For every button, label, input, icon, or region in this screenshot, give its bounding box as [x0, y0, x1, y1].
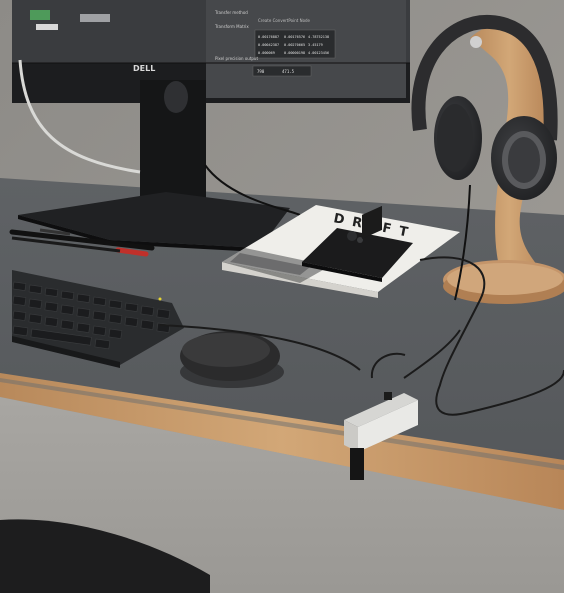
matrix-value: 0.00000198 — [284, 51, 305, 55]
stand-screw — [470, 36, 482, 48]
screen-label-precision: Pixel precision output — [215, 56, 258, 61]
matrix-value: 0.00176576 — [284, 35, 305, 39]
readout-value: 471.5 — [282, 69, 295, 74]
usb-port — [384, 392, 392, 400]
cable-hole — [164, 81, 188, 113]
matrix-value: 4.78752138 — [308, 35, 329, 39]
matrix-value: 0.00042387 — [258, 43, 279, 47]
screen-label-create: Create ConvertPoint Node — [258, 18, 311, 23]
readout-value: 790 — [257, 69, 265, 74]
screen-node-icon — [30, 10, 50, 20]
screen-label-transform: Transform Matrix — [214, 24, 249, 29]
screen-label-transfer: Transfer method — [214, 10, 248, 15]
matrix-value: 0.00270665 — [284, 43, 305, 47]
matrix-value: 0.000069 — [258, 51, 275, 55]
matrix-value: 4.00123456 — [308, 51, 329, 55]
scene-illustration: DELL Transfer method Transform Matrix Cr… — [0, 0, 564, 593]
desk-scene: DELL Transfer method Transform Matrix Cr… — [0, 0, 564, 593]
hub-clamp — [350, 448, 364, 480]
matrix-value: 0.00176887 — [258, 35, 279, 39]
monitor-brand: DELL — [133, 64, 155, 73]
matrix-value: 3.45179 — [308, 43, 323, 47]
